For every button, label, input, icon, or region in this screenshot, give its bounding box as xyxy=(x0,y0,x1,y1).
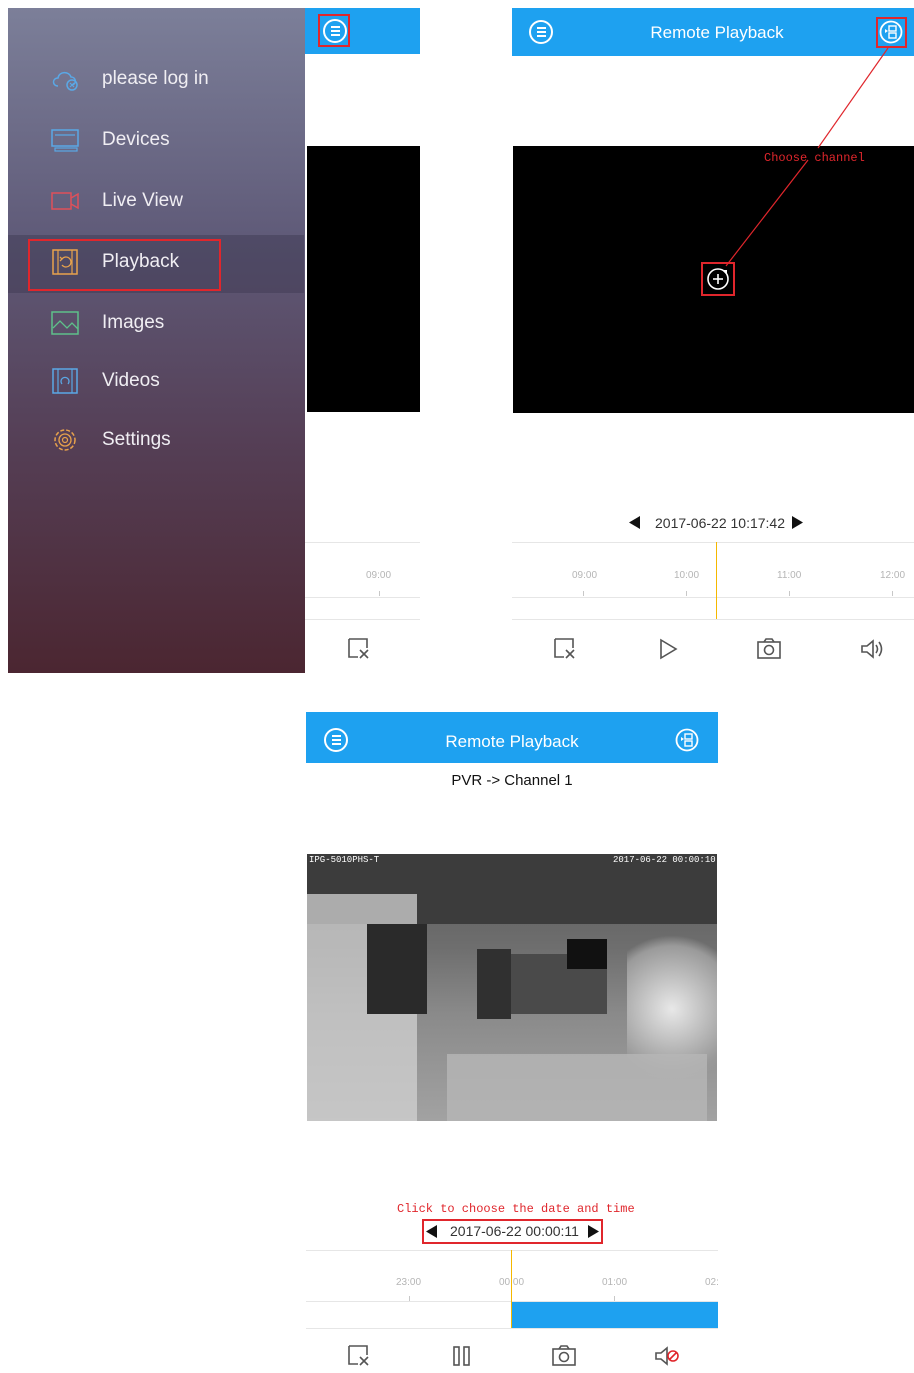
timeline-cursor[interactable] xyxy=(511,1250,512,1328)
timeline-label: 12:00 xyxy=(880,570,906,581)
mute-icon[interactable] xyxy=(654,1343,680,1369)
recording-segment xyxy=(511,1302,718,1328)
next-date-arrow-icon[interactable] xyxy=(791,516,803,529)
left-app-header xyxy=(304,8,420,54)
timeline-label: 09:00 xyxy=(572,570,598,581)
left-timeline-label: 09:00 xyxy=(366,570,392,581)
menu-item-live-view[interactable]: Live View xyxy=(8,174,304,232)
timeline-label: 02: xyxy=(705,1277,719,1288)
video-file-icon xyxy=(52,368,78,394)
menu-label-login: please log in xyxy=(102,68,209,89)
prev-date-arrow-icon[interactable] xyxy=(629,516,641,529)
snapshot-icon[interactable] xyxy=(756,636,782,662)
camera-feed: IPG-5010PHS-T 2017-06-22 00:00:10 xyxy=(307,854,717,1121)
bottom-screen: Remote Playback PVR -> Channel 1 IPG-501… xyxy=(306,712,719,1373)
next-date-arrow-icon[interactable] xyxy=(587,1225,599,1238)
menu-label-devices: Devices xyxy=(102,129,170,150)
menu-label-settings: Settings xyxy=(102,429,171,450)
bottom-header: Remote Playback xyxy=(306,712,718,763)
annotation-choose-date: Click to choose the date and time xyxy=(397,1202,635,1216)
osd-camera-name: IPG-5010PHS-T xyxy=(309,855,380,865)
play-icon[interactable] xyxy=(655,636,681,662)
playback-datetime[interactable]: 2017-06-22 10:17:42 xyxy=(655,515,785,531)
pause-icon[interactable] xyxy=(449,1343,475,1369)
page-title: Remote Playback xyxy=(445,732,579,751)
channel-name: PVR -> Channel 1 xyxy=(451,772,573,789)
video-camera-icon xyxy=(51,192,79,210)
channel-select-icon[interactable] xyxy=(675,728,699,752)
timeline-label: 11:00 xyxy=(777,570,802,581)
menu-highlight xyxy=(318,14,350,47)
cloud-icon xyxy=(52,71,78,91)
clear-icon[interactable] xyxy=(346,1343,372,1369)
clear-icon[interactable] xyxy=(552,636,578,662)
menu-item-images[interactable]: Images xyxy=(8,296,304,354)
menu-item-settings[interactable]: Settings xyxy=(8,413,304,471)
prev-date-arrow-icon[interactable] xyxy=(426,1225,438,1238)
menu-label-images: Images xyxy=(102,312,165,333)
menu-label-live-view: Live View xyxy=(102,190,183,211)
menu-item-login[interactable]: please log in xyxy=(8,52,304,110)
clear-icon[interactable] xyxy=(346,636,372,662)
image-icon xyxy=(51,311,79,335)
timeline-label: 10:00 xyxy=(674,570,700,581)
gear-icon xyxy=(54,429,76,451)
menu-label-videos: Videos xyxy=(102,370,160,391)
devices-icon xyxy=(51,129,79,152)
playback-datetime[interactable]: 2017-06-22 00:00:11 xyxy=(450,1223,579,1239)
timeline-label: 01:00 xyxy=(602,1277,628,1288)
menu-item-devices[interactable]: Devices xyxy=(8,113,304,171)
menu-item-videos[interactable]: Videos xyxy=(8,354,304,412)
timeline-cursor[interactable] xyxy=(716,542,717,619)
osd-timestamp: 2017-06-22 00:00:10 xyxy=(613,855,716,865)
right-screen: Remote Playback Choose channel 2017-06-2… xyxy=(512,8,914,673)
snapshot-icon[interactable] xyxy=(551,1343,577,1369)
left-video-area xyxy=(307,146,420,412)
annotation-lines xyxy=(725,47,889,267)
playback-highlight xyxy=(28,239,221,291)
timeline-label: 23:00 xyxy=(396,1277,422,1288)
volume-icon[interactable] xyxy=(859,636,885,662)
